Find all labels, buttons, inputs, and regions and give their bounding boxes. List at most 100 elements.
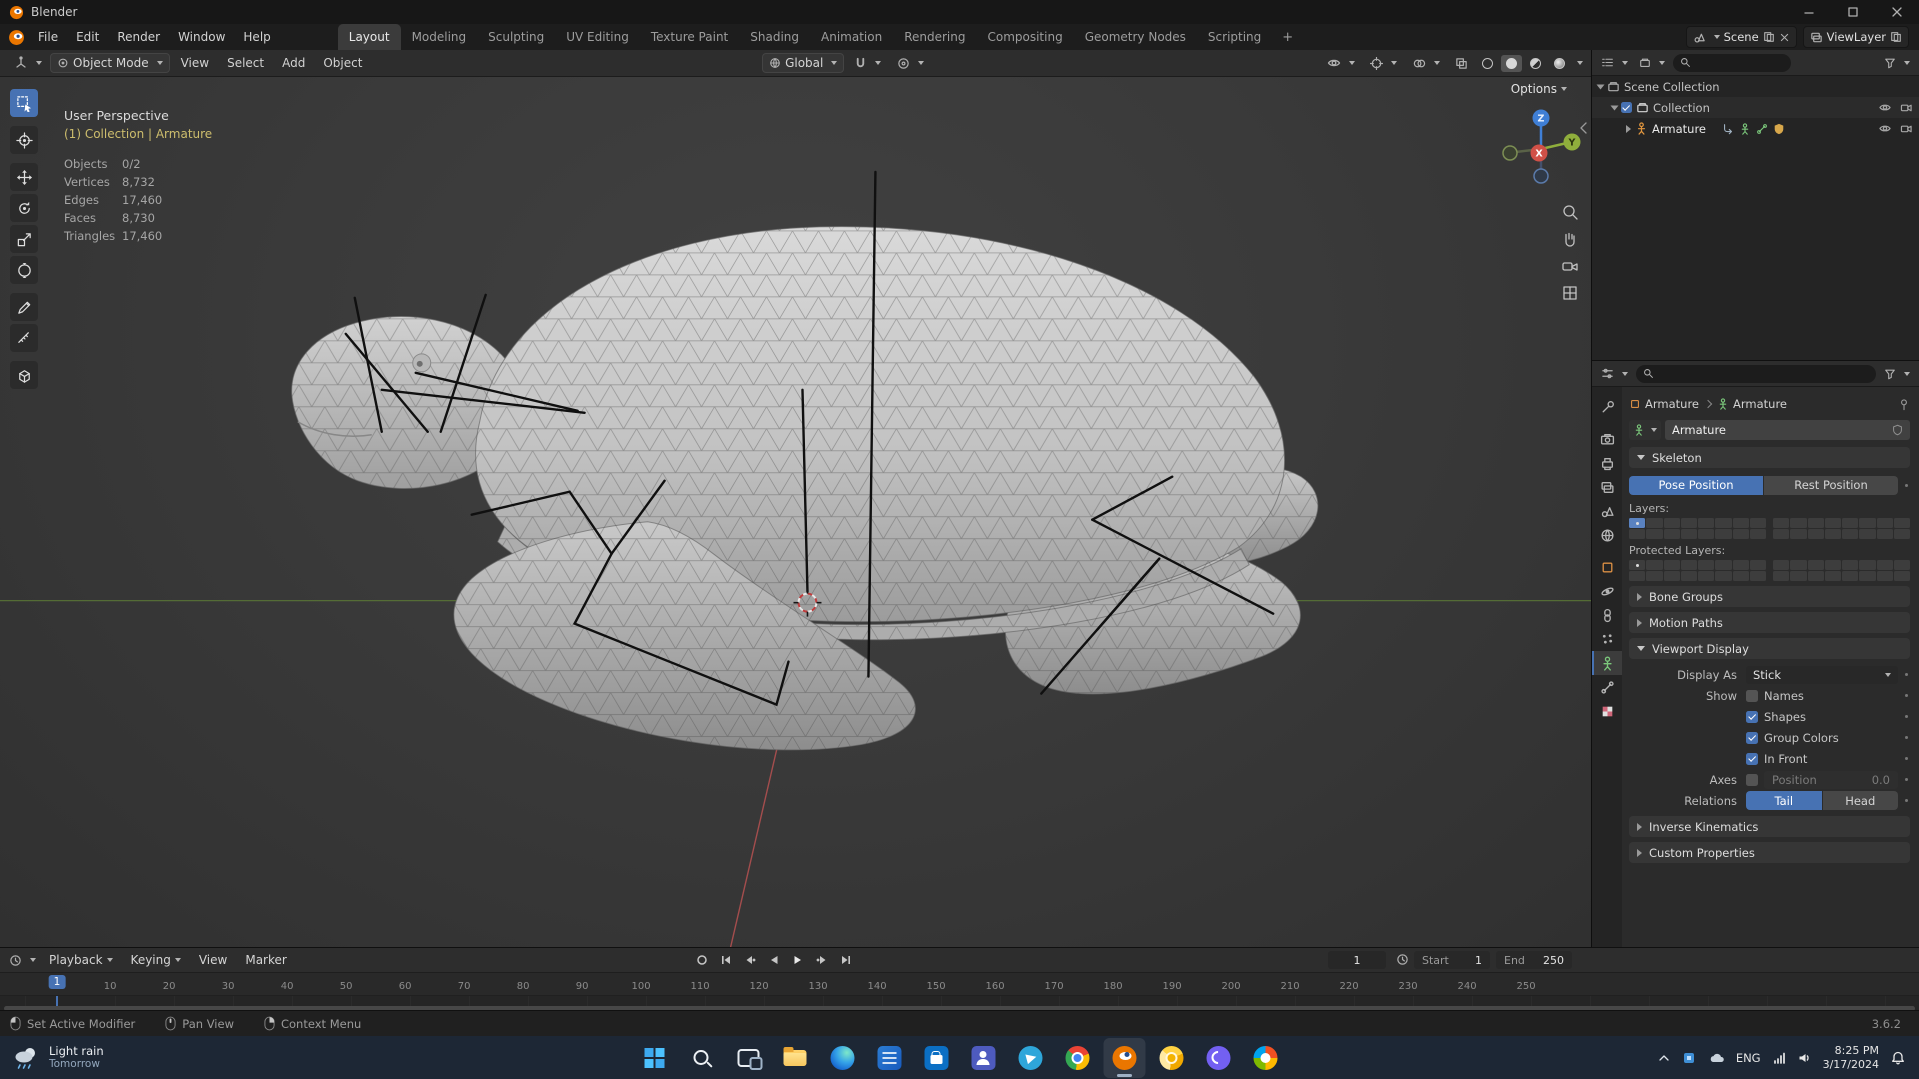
section-inverse-kinematics[interactable]: Inverse Kinematics	[1629, 816, 1910, 837]
layer-cell[interactable]	[1893, 518, 1910, 528]
taskbar-chrome-canary-button[interactable]	[1150, 1038, 1192, 1078]
layer-cell[interactable]	[1732, 518, 1749, 528]
properties-tab-output[interactable]	[1592, 451, 1622, 475]
layer-cell[interactable]	[1680, 529, 1697, 539]
outliner-row-scene-collection[interactable]: Scene Collection	[1592, 76, 1919, 97]
layer-cell[interactable]	[1715, 529, 1732, 539]
layer-cell[interactable]	[1876, 571, 1893, 581]
viewlayer-selector[interactable]: ViewLayer	[1802, 26, 1909, 48]
layer-cell[interactable]	[1663, 529, 1680, 539]
layer-cell[interactable]	[1876, 518, 1893, 528]
menu-view[interactable]: View	[191, 953, 235, 967]
snap-magnet-icon[interactable]	[848, 55, 887, 72]
section-viewport-display[interactable]: Viewport Display	[1629, 638, 1910, 659]
layer-cell[interactable]	[1773, 529, 1790, 539]
viewport-menu-select[interactable]: Select	[218, 50, 273, 76]
close-button[interactable]	[1875, 0, 1919, 24]
layer-cell[interactable]	[1790, 518, 1807, 528]
eye-icon[interactable]	[1878, 123, 1892, 134]
layer-cell[interactable]	[1859, 571, 1876, 581]
camera-view-icon[interactable]	[1561, 257, 1579, 275]
menu-edit[interactable]: Edit	[67, 24, 108, 50]
properties-tab-world[interactable]	[1592, 523, 1622, 547]
outliner-row-collection[interactable]: Collection	[1592, 97, 1919, 118]
workspace-tab-compositing[interactable]: Compositing	[976, 24, 1073, 50]
pin-icon[interactable]	[1898, 398, 1910, 411]
section-skeleton[interactable]: Skeleton	[1629, 447, 1910, 468]
layer-cell[interactable]	[1824, 529, 1841, 539]
eye-icon[interactable]	[1878, 102, 1892, 113]
axes-checkbox[interactable]	[1746, 773, 1758, 786]
move-tool[interactable]	[10, 163, 38, 191]
layer-cell[interactable]	[1773, 518, 1790, 528]
menu-marker[interactable]: Marker	[237, 953, 294, 967]
current-frame-marker[interactable]: 1	[48, 975, 66, 989]
taskbar-viber-button[interactable]	[1197, 1038, 1239, 1078]
sidebar-toggle-arrow[interactable]	[1579, 121, 1589, 135]
layer-cell[interactable]	[1646, 518, 1663, 528]
properties-tab-physics[interactable]	[1592, 579, 1622, 603]
layer-cell[interactable]	[1807, 571, 1824, 581]
add-cube-tool[interactable]	[10, 361, 38, 389]
proportional-editing-icon[interactable]	[891, 55, 930, 72]
layer-cell[interactable]	[1859, 529, 1876, 539]
outliner-editor-type-button[interactable]	[1598, 54, 1631, 71]
workspace-tab-layout[interactable]: Layout	[337, 24, 401, 50]
zoom-icon[interactable]	[1561, 203, 1579, 221]
layer-cell[interactable]	[1893, 560, 1910, 570]
layer-cell[interactable]	[1842, 529, 1859, 539]
menu-file[interactable]: File	[29, 24, 67, 50]
taskbar-file-explorer-button[interactable]	[774, 1038, 816, 1078]
tray-onedrive-icon[interactable]	[1708, 1052, 1724, 1064]
section-bone-groups[interactable]: Bone Groups	[1629, 586, 1910, 607]
layer-cell[interactable]	[1842, 571, 1859, 581]
viewport-menu-object[interactable]: Object	[314, 50, 371, 76]
minimize-button[interactable]	[1787, 0, 1831, 24]
blender-menu-icon[interactable]	[8, 29, 25, 46]
collection-checkbox[interactable]	[1621, 102, 1632, 113]
breadcrumb-object[interactable]: Armature	[1629, 397, 1699, 411]
layer-cell[interactable]	[1732, 529, 1749, 539]
section-custom-properties[interactable]: Custom Properties	[1629, 842, 1910, 863]
properties-tab-render[interactable]	[1592, 427, 1622, 451]
axes-position-slider[interactable]: Position 0.0	[1764, 770, 1898, 789]
layer-cell[interactable]	[1773, 571, 1790, 581]
shading-rendered-button[interactable]	[1549, 55, 1570, 72]
current-frame-field[interactable]: 1	[1328, 951, 1386, 969]
taskbar-edge-button[interactable]	[821, 1038, 863, 1078]
network-icon[interactable]	[1773, 1052, 1786, 1064]
pose-position-button[interactable]: Pose Position	[1629, 475, 1763, 495]
layer-cell[interactable]	[1807, 529, 1824, 539]
taskbar-windows-start-button[interactable]	[633, 1038, 675, 1078]
layer-cell[interactable]	[1663, 571, 1680, 581]
layer-cell[interactable]	[1680, 571, 1697, 581]
jump-to-start-button[interactable]	[716, 952, 736, 968]
annotate-tool[interactable]	[10, 293, 38, 321]
workspace-tab-scripting[interactable]: Scripting	[1197, 24, 1272, 50]
layer-cell[interactable]	[1824, 518, 1841, 528]
layer-cell[interactable]	[1876, 529, 1893, 539]
layer-cell[interactable]	[1824, 560, 1841, 570]
navigation-gizmo[interactable]: Z Y X	[1499, 105, 1583, 189]
measure-tool[interactable]	[10, 324, 38, 352]
workspace-tab-rendering[interactable]: Rendering	[893, 24, 976, 50]
mode-dropdown[interactable]: Object Mode	[50, 53, 170, 73]
layer-cell[interactable]	[1680, 518, 1697, 528]
layer-cell[interactable]	[1749, 571, 1766, 581]
layer-cell[interactable]	[1715, 518, 1732, 528]
camera-icon[interactable]	[1900, 123, 1913, 134]
tray-gpu-icon[interactable]	[1682, 1051, 1696, 1065]
properties-tab-view-layer[interactable]	[1592, 475, 1622, 499]
shading-material-button[interactable]	[1525, 55, 1546, 72]
properties-tab-bone[interactable]	[1592, 675, 1622, 699]
rotate-tool[interactable]	[10, 194, 38, 222]
viewport-menu-add[interactable]: Add	[273, 50, 314, 76]
tail-button[interactable]: Tail	[1746, 791, 1822, 810]
layer-cell[interactable]	[1749, 518, 1766, 528]
gizmo-neg-y-ball[interactable]	[1502, 145, 1518, 161]
clock-widget[interactable]: 8:25 PM 3/17/2024	[1823, 1044, 1879, 1072]
layer-cell[interactable]	[1893, 571, 1910, 581]
menu-help[interactable]: Help	[234, 24, 279, 50]
expander-icon[interactable]	[1626, 124, 1631, 133]
unlink-scene-icon[interactable]	[1779, 32, 1790, 43]
